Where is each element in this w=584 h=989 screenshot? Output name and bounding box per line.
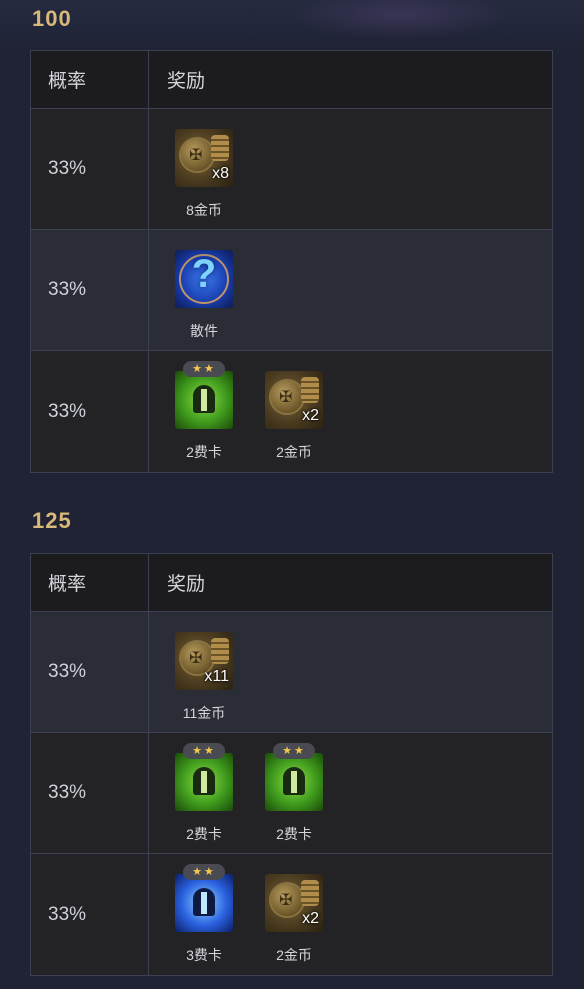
- header-rewards: 奖励: [167, 71, 206, 92]
- rewards-cell: ★★ 2费卡 ✠ x2 2金币: [149, 351, 552, 472]
- star-rating: ★★: [183, 743, 225, 759]
- reward-quantity: x2: [302, 910, 319, 927]
- top-banner: [0, 0, 584, 48]
- reward-item[interactable]: ★★ 2费卡: [175, 361, 233, 462]
- reward-table: 概率 奖励 33% ✠ x8 8金币 33% ? 散件 33% ★★ 2费卡 ✠…: [30, 50, 553, 473]
- reward-item[interactable]: ★★ 3费卡: [175, 864, 233, 965]
- table-row: 33% ★★ 2费卡 ★★ 2费卡: [31, 733, 552, 854]
- two-cost-champion-icon: [175, 371, 233, 429]
- table-row: 33% ✠ x8 8金币: [31, 109, 552, 230]
- gold-coin-stack-icon: ✠ x2: [265, 371, 323, 429]
- probability-cell: 33%: [31, 109, 149, 229]
- section-title: 100: [32, 6, 72, 31]
- reward-quantity: x8: [212, 165, 229, 182]
- probability-cell: 33%: [31, 351, 149, 472]
- reward-label: 8金币: [186, 202, 222, 218]
- reward-label: 2费卡: [186, 826, 222, 842]
- header-probability: 概率: [31, 554, 149, 611]
- reward-label: 2金币: [276, 444, 312, 460]
- gold-coin-stack-icon: ✠ x8: [175, 129, 233, 187]
- reward-item[interactable]: ? 散件: [175, 250, 233, 341]
- header-probability: 概率: [31, 51, 149, 108]
- rewards-cell: ★★ 3费卡 ✠ x2 2金币: [149, 854, 552, 975]
- reward-quantity: x11: [204, 668, 229, 685]
- reward-quantity: x2: [302, 407, 319, 424]
- header-rewards: 奖励: [167, 574, 206, 595]
- reward-item[interactable]: ✠ x11 11金币: [175, 632, 233, 723]
- reward-label: 2费卡: [276, 826, 312, 842]
- reward-item[interactable]: ★★ 2费卡: [265, 743, 323, 844]
- probability-cell: 33%: [31, 733, 149, 853]
- table-row: 33% ★★ 2费卡 ✠ x2 2金币: [31, 351, 552, 472]
- gold-coin-stack-icon: ✠ x11: [175, 632, 233, 690]
- table-row: 33% ★★ 3费卡 ✠ x2 2金币: [31, 854, 552, 975]
- star-rating: ★★: [273, 743, 315, 759]
- reward-label: 2金币: [276, 947, 312, 963]
- probability-cell: 33%: [31, 230, 149, 350]
- gold-coin-stack-icon: ✠ x2: [265, 874, 323, 932]
- probability-cell: 33%: [31, 612, 149, 732]
- reward-item[interactable]: ✠ x8 8金币: [175, 129, 233, 220]
- table-header: 概率 奖励: [31, 554, 552, 612]
- reward-item[interactable]: ✠ x2 2金币: [265, 874, 323, 965]
- rewards-cell: ? 散件: [149, 230, 552, 350]
- reward-label: 3费卡: [186, 947, 222, 963]
- table-row: 33% ✠ x11 11金币: [31, 612, 552, 733]
- reward-label: 散件: [190, 323, 218, 339]
- probability-cell: 33%: [31, 854, 149, 975]
- table-header: 概率 奖励: [31, 51, 552, 109]
- reward-table: 概率 奖励 33% ✠ x11 11金币 33% ★★ 2费卡 ★★ 2费卡 3…: [30, 553, 553, 976]
- section-title: 125: [32, 508, 72, 533]
- mystery-item-icon: ?: [175, 250, 233, 308]
- reward-label: 11金币: [182, 705, 226, 721]
- reward-label: 2费卡: [186, 444, 222, 460]
- rewards-cell: ★★ 2费卡 ★★ 2费卡: [149, 733, 552, 853]
- banner-decoration: [290, 0, 510, 40]
- rewards-cell: ✠ x11 11金币: [149, 612, 552, 732]
- two-cost-champion-icon: [175, 753, 233, 811]
- reward-item[interactable]: ★★ 2费卡: [175, 743, 233, 844]
- star-rating: ★★: [183, 864, 225, 880]
- two-cost-champion-icon: [265, 753, 323, 811]
- three-cost-champion-icon: [175, 874, 233, 932]
- table-row: 33% ? 散件: [31, 230, 552, 351]
- reward-item[interactable]: ✠ x2 2金币: [265, 371, 323, 462]
- star-rating: ★★: [183, 361, 225, 377]
- rewards-cell: ✠ x8 8金币: [149, 109, 552, 229]
